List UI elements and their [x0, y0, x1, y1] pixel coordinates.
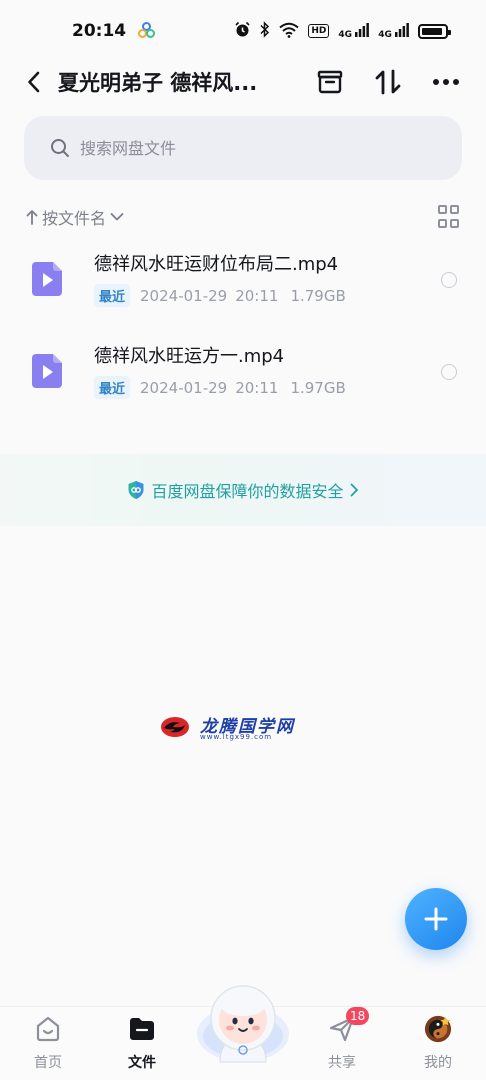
shield-icon [128, 481, 144, 499]
grid-icon [438, 205, 447, 214]
video-file-icon [32, 262, 62, 296]
sort-label: 按文件名 [42, 209, 107, 228]
list-item[interactable]: 德祥风水旺运财位布局二.mp4 最近 2024-01-29 20:11 1.79… [0, 236, 486, 322]
file-name: 德祥风水旺运财位布局二.mp4 [94, 254, 339, 275]
astronaut-mascot-icon [197, 985, 289, 1063]
archive-icon [317, 70, 343, 94]
avatar-icon [424, 1015, 452, 1043]
arrow-up-icon [26, 210, 38, 225]
file-date: 2024-01-29 [140, 378, 228, 397]
alarm-icon [234, 21, 251, 41]
file-meta: 最近 2024-01-29 20:11 1.79GB [94, 284, 346, 307]
sort-transfer-icon [375, 69, 401, 95]
more-button[interactable] [424, 60, 468, 104]
wifi-icon [279, 22, 300, 41]
back-icon [28, 71, 40, 93]
file-name: 德祥风水旺运方一.mp4 [94, 346, 285, 367]
archive-button[interactable] [308, 60, 352, 104]
header-bar: 夏光明弟子 德祥风... [0, 56, 486, 108]
tab-label: 共享 [328, 1055, 356, 1071]
file-time: 20:11 [235, 378, 279, 397]
tab-label: 首页 [34, 1055, 62, 1071]
page-title: 夏光明弟子 德祥风... [58, 71, 258, 95]
signal-4g-icon: 4G [378, 22, 409, 40]
tab-share[interactable]: 18 共享 [302, 1007, 382, 1080]
tab-label: 我的 [424, 1055, 452, 1071]
folder-icon [128, 1015, 156, 1043]
list-item[interactable]: 德祥风水旺运方一.mp4 最近 2024-01-29 20:11 1.97GB [0, 328, 486, 414]
tab-files[interactable]: 文件 [102, 1007, 182, 1080]
chevron-right-icon [350, 483, 358, 497]
file-size: 1.97GB [290, 378, 346, 397]
video-file-icon [32, 354, 62, 388]
recent-badge: 最近 [94, 376, 131, 399]
battery-icon [418, 23, 451, 39]
watermark-logo: 龙腾国学网 www.ltgx99.com [160, 712, 310, 746]
status-bar: 20:14 HD 4G 4G [0, 0, 486, 62]
sort-row: 按文件名 [26, 202, 464, 232]
file-date: 2024-01-29 [140, 286, 228, 305]
dragon-logo-icon [161, 717, 189, 737]
notification-badge: 18 [346, 1007, 370, 1025]
baidu-app-icon [138, 22, 156, 40]
home-icon [34, 1015, 62, 1043]
signal-4g-icon: 4G [338, 22, 370, 40]
search-bar[interactable] [24, 116, 462, 180]
mascot-button[interactable] [196, 976, 290, 1064]
select-checkbox[interactable] [441, 272, 457, 288]
grid-view-toggle[interactable] [438, 205, 462, 229]
sort-by-name-button[interactable]: 按文件名 [26, 205, 124, 229]
more-icon [433, 79, 459, 85]
recent-badge: 最近 [94, 284, 131, 307]
watermark-url: www.ltgx99.com [200, 733, 273, 741]
security-banner[interactable]: 百度网盘保障你的数据安全 [0, 454, 486, 526]
chevron-down-icon [110, 213, 124, 221]
back-button[interactable] [12, 60, 56, 104]
tab-label: 文件 [128, 1055, 156, 1071]
plus-icon [424, 907, 448, 931]
hd-icon: HD [308, 24, 330, 38]
tab-home[interactable]: 首页 [8, 1007, 88, 1080]
search-icon [51, 139, 69, 157]
bluetooth-icon [260, 21, 270, 41]
search-input[interactable] [80, 138, 380, 158]
sort-transfer-button[interactable] [366, 60, 410, 104]
status-time: 20:14 [72, 21, 127, 41]
file-meta: 最近 2024-01-29 20:11 1.97GB [94, 376, 346, 399]
security-text: 百度网盘保障你的数据安全 [151, 482, 344, 501]
add-button[interactable] [405, 888, 467, 950]
file-size: 1.79GB [290, 286, 346, 305]
tab-me[interactable]: 我的 [398, 1007, 478, 1080]
select-checkbox[interactable] [441, 364, 457, 380]
file-time: 20:11 [235, 286, 279, 305]
